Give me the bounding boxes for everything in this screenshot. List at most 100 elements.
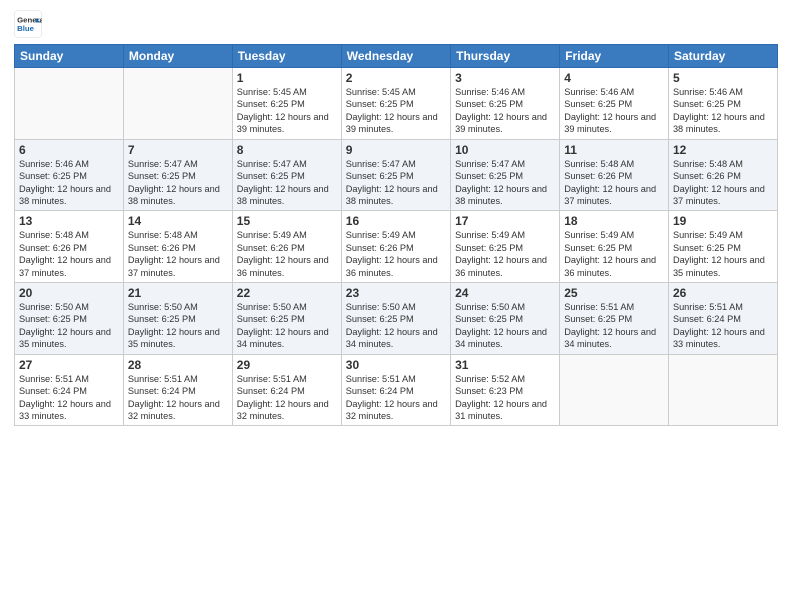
calendar-week-row: 27Sunrise: 5:51 AM Sunset: 6:24 PM Dayli…: [15, 354, 778, 426]
calendar-day-header: Sunday: [15, 45, 124, 68]
day-number: 14: [128, 214, 228, 228]
day-number: 9: [346, 143, 446, 157]
day-info: Sunrise: 5:49 AM Sunset: 6:25 PM Dayligh…: [673, 229, 773, 279]
calendar-cell: 10Sunrise: 5:47 AM Sunset: 6:25 PM Dayli…: [451, 139, 560, 211]
day-info: Sunrise: 5:47 AM Sunset: 6:25 PM Dayligh…: [128, 158, 228, 208]
calendar-day-header: Thursday: [451, 45, 560, 68]
day-info: Sunrise: 5:51 AM Sunset: 6:24 PM Dayligh…: [128, 373, 228, 423]
day-info: Sunrise: 5:47 AM Sunset: 6:25 PM Dayligh…: [237, 158, 337, 208]
calendar-cell: 17Sunrise: 5:49 AM Sunset: 6:25 PM Dayli…: [451, 211, 560, 283]
svg-text:Blue: Blue: [17, 24, 35, 33]
calendar-table: SundayMondayTuesdayWednesdayThursdayFrid…: [14, 44, 778, 426]
calendar-cell: 11Sunrise: 5:48 AM Sunset: 6:26 PM Dayli…: [560, 139, 669, 211]
day-info: Sunrise: 5:47 AM Sunset: 6:25 PM Dayligh…: [346, 158, 446, 208]
svg-text:General: General: [17, 15, 42, 24]
calendar-cell: [15, 68, 124, 140]
day-number: 27: [19, 358, 119, 372]
day-number: 28: [128, 358, 228, 372]
day-number: 15: [237, 214, 337, 228]
header: General Blue: [14, 10, 778, 38]
calendar-cell: 30Sunrise: 5:51 AM Sunset: 6:24 PM Dayli…: [341, 354, 450, 426]
calendar-cell: 18Sunrise: 5:49 AM Sunset: 6:25 PM Dayli…: [560, 211, 669, 283]
calendar-cell: 19Sunrise: 5:49 AM Sunset: 6:25 PM Dayli…: [668, 211, 777, 283]
day-info: Sunrise: 5:48 AM Sunset: 6:26 PM Dayligh…: [128, 229, 228, 279]
day-info: Sunrise: 5:48 AM Sunset: 6:26 PM Dayligh…: [19, 229, 119, 279]
day-number: 5: [673, 71, 773, 85]
calendar-cell: [560, 354, 669, 426]
logo-icon: General Blue: [14, 10, 42, 38]
calendar-cell: 12Sunrise: 5:48 AM Sunset: 6:26 PM Dayli…: [668, 139, 777, 211]
page: General Blue SundayMondayTuesdayWednesda…: [0, 0, 792, 612]
calendar-cell: 28Sunrise: 5:51 AM Sunset: 6:24 PM Dayli…: [123, 354, 232, 426]
calendar-day-header: Tuesday: [232, 45, 341, 68]
day-info: Sunrise: 5:51 AM Sunset: 6:25 PM Dayligh…: [564, 301, 664, 351]
day-number: 30: [346, 358, 446, 372]
day-number: 23: [346, 286, 446, 300]
calendar-cell: 13Sunrise: 5:48 AM Sunset: 6:26 PM Dayli…: [15, 211, 124, 283]
calendar-cell: 14Sunrise: 5:48 AM Sunset: 6:26 PM Dayli…: [123, 211, 232, 283]
day-number: 11: [564, 143, 664, 157]
calendar-cell: 22Sunrise: 5:50 AM Sunset: 6:25 PM Dayli…: [232, 283, 341, 355]
calendar-cell: 6Sunrise: 5:46 AM Sunset: 6:25 PM Daylig…: [15, 139, 124, 211]
calendar-cell: 21Sunrise: 5:50 AM Sunset: 6:25 PM Dayli…: [123, 283, 232, 355]
day-number: 4: [564, 71, 664, 85]
calendar-cell: 20Sunrise: 5:50 AM Sunset: 6:25 PM Dayli…: [15, 283, 124, 355]
day-info: Sunrise: 5:48 AM Sunset: 6:26 PM Dayligh…: [564, 158, 664, 208]
calendar-day-header: Saturday: [668, 45, 777, 68]
calendar-day-header: Friday: [560, 45, 669, 68]
day-number: 16: [346, 214, 446, 228]
calendar-cell: 1Sunrise: 5:45 AM Sunset: 6:25 PM Daylig…: [232, 68, 341, 140]
calendar-week-row: 13Sunrise: 5:48 AM Sunset: 6:26 PM Dayli…: [15, 211, 778, 283]
day-info: Sunrise: 5:45 AM Sunset: 6:25 PM Dayligh…: [237, 86, 337, 136]
day-number: 24: [455, 286, 555, 300]
day-info: Sunrise: 5:46 AM Sunset: 6:25 PM Dayligh…: [673, 86, 773, 136]
day-info: Sunrise: 5:50 AM Sunset: 6:25 PM Dayligh…: [128, 301, 228, 351]
day-number: 21: [128, 286, 228, 300]
day-number: 12: [673, 143, 773, 157]
day-number: 1: [237, 71, 337, 85]
calendar-cell: 29Sunrise: 5:51 AM Sunset: 6:24 PM Dayli…: [232, 354, 341, 426]
day-info: Sunrise: 5:50 AM Sunset: 6:25 PM Dayligh…: [19, 301, 119, 351]
day-number: 2: [346, 71, 446, 85]
calendar-cell: [668, 354, 777, 426]
day-info: Sunrise: 5:51 AM Sunset: 6:24 PM Dayligh…: [237, 373, 337, 423]
calendar-cell: 24Sunrise: 5:50 AM Sunset: 6:25 PM Dayli…: [451, 283, 560, 355]
calendar-cell: 25Sunrise: 5:51 AM Sunset: 6:25 PM Dayli…: [560, 283, 669, 355]
day-info: Sunrise: 5:52 AM Sunset: 6:23 PM Dayligh…: [455, 373, 555, 423]
day-info: Sunrise: 5:49 AM Sunset: 6:26 PM Dayligh…: [237, 229, 337, 279]
calendar-day-header: Wednesday: [341, 45, 450, 68]
calendar-cell: 9Sunrise: 5:47 AM Sunset: 6:25 PM Daylig…: [341, 139, 450, 211]
day-info: Sunrise: 5:50 AM Sunset: 6:25 PM Dayligh…: [346, 301, 446, 351]
calendar-cell: 8Sunrise: 5:47 AM Sunset: 6:25 PM Daylig…: [232, 139, 341, 211]
day-number: 20: [19, 286, 119, 300]
calendar-cell: 15Sunrise: 5:49 AM Sunset: 6:26 PM Dayli…: [232, 211, 341, 283]
calendar-cell: 23Sunrise: 5:50 AM Sunset: 6:25 PM Dayli…: [341, 283, 450, 355]
day-number: 29: [237, 358, 337, 372]
day-info: Sunrise: 5:50 AM Sunset: 6:25 PM Dayligh…: [455, 301, 555, 351]
day-number: 25: [564, 286, 664, 300]
calendar-cell: 4Sunrise: 5:46 AM Sunset: 6:25 PM Daylig…: [560, 68, 669, 140]
day-number: 18: [564, 214, 664, 228]
calendar-cell: 2Sunrise: 5:45 AM Sunset: 6:25 PM Daylig…: [341, 68, 450, 140]
calendar-cell: 7Sunrise: 5:47 AM Sunset: 6:25 PM Daylig…: [123, 139, 232, 211]
day-info: Sunrise: 5:45 AM Sunset: 6:25 PM Dayligh…: [346, 86, 446, 136]
calendar-cell: 3Sunrise: 5:46 AM Sunset: 6:25 PM Daylig…: [451, 68, 560, 140]
day-info: Sunrise: 5:51 AM Sunset: 6:24 PM Dayligh…: [19, 373, 119, 423]
day-info: Sunrise: 5:46 AM Sunset: 6:25 PM Dayligh…: [564, 86, 664, 136]
day-info: Sunrise: 5:46 AM Sunset: 6:25 PM Dayligh…: [19, 158, 119, 208]
calendar-header-row: SundayMondayTuesdayWednesdayThursdayFrid…: [15, 45, 778, 68]
day-info: Sunrise: 5:46 AM Sunset: 6:25 PM Dayligh…: [455, 86, 555, 136]
day-number: 10: [455, 143, 555, 157]
day-number: 8: [237, 143, 337, 157]
day-number: 13: [19, 214, 119, 228]
day-number: 6: [19, 143, 119, 157]
day-info: Sunrise: 5:49 AM Sunset: 6:25 PM Dayligh…: [564, 229, 664, 279]
calendar-cell: 31Sunrise: 5:52 AM Sunset: 6:23 PM Dayli…: [451, 354, 560, 426]
day-info: Sunrise: 5:49 AM Sunset: 6:26 PM Dayligh…: [346, 229, 446, 279]
logo: General Blue: [14, 10, 42, 38]
calendar-day-header: Monday: [123, 45, 232, 68]
calendar-week-row: 20Sunrise: 5:50 AM Sunset: 6:25 PM Dayli…: [15, 283, 778, 355]
day-info: Sunrise: 5:49 AM Sunset: 6:25 PM Dayligh…: [455, 229, 555, 279]
day-info: Sunrise: 5:47 AM Sunset: 6:25 PM Dayligh…: [455, 158, 555, 208]
day-number: 3: [455, 71, 555, 85]
